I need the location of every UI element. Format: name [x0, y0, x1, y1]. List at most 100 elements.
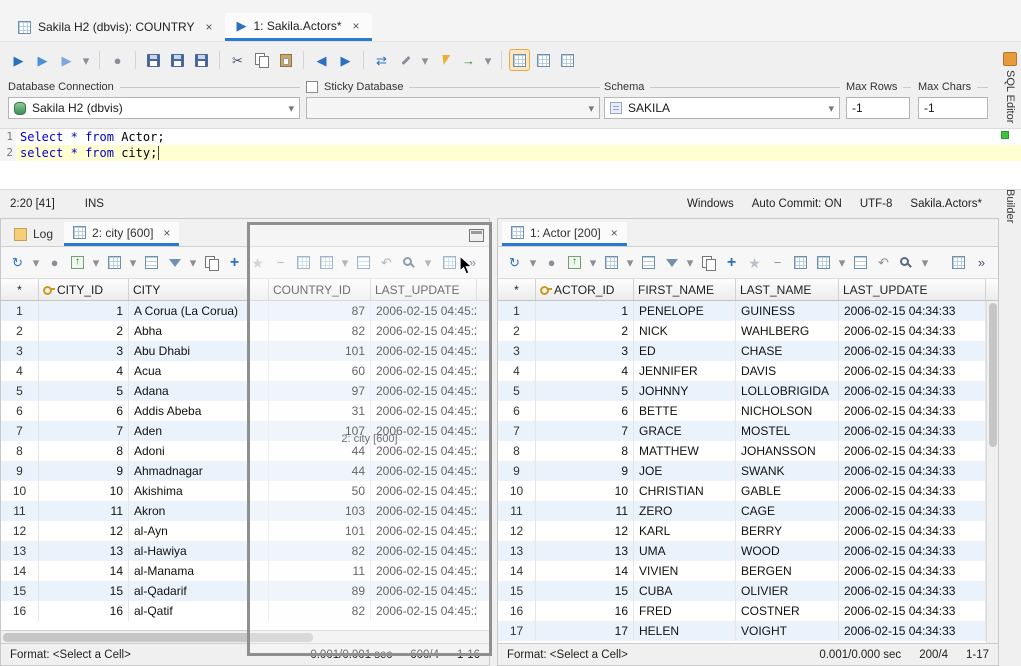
grid-cell[interactable]: LOLLOBRIGIDA	[736, 381, 839, 401]
grid-cell[interactable]: JENNIFER	[634, 361, 736, 381]
log-layout-button[interactable]	[557, 49, 578, 71]
copy-selection-button[interactable]	[698, 252, 719, 274]
grid-cell[interactable]: 101	[269, 341, 371, 361]
table-row[interactable]: 88Adoni442006-02-15 04:45:25	[1, 441, 489, 461]
grid-cell[interactable]: BERRY	[736, 521, 839, 541]
grid-cell[interactable]: 17	[536, 621, 634, 641]
grid-cell[interactable]: 2006-02-15 04:34:33	[839, 541, 986, 561]
grid-cell[interactable]: Addis Abeba	[129, 401, 269, 421]
table-row[interactable]: 66Addis Abeba312006-02-15 04:45:25	[1, 401, 489, 421]
row-number[interactable]: 12	[1, 521, 39, 541]
insert-row-button[interactable]: +	[721, 252, 742, 274]
grid-cell[interactable]: 5	[536, 381, 634, 401]
grid-cell[interactable]: 8	[536, 441, 634, 461]
find-menu-caret[interactable]: ▾	[919, 252, 931, 274]
grid-cell[interactable]: 87	[269, 301, 371, 321]
grid-view-button[interactable]	[601, 252, 622, 274]
row-number[interactable]: 14	[498, 561, 536, 581]
table-row[interactable]: 66BETTENICHOLSON2006-02-15 04:34:33	[498, 401, 998, 421]
grid-cell[interactable]: 3	[39, 341, 129, 361]
grid-cell[interactable]: JOHNNY	[634, 381, 736, 401]
table-row[interactable]: 33Abu Dhabi1012006-02-15 04:45:25	[1, 341, 489, 361]
table-row[interactable]: 1313UMAWOOD2006-02-15 04:34:33	[498, 541, 998, 561]
grid-cell[interactable]: 4	[536, 361, 634, 381]
grid-cell[interactable]: 60	[269, 361, 371, 381]
grid-cell[interactable]: MATTHEW	[634, 441, 736, 461]
database-connection-select[interactable]: Sakila H2 (dbvis) ▾	[8, 97, 300, 119]
row-number[interactable]: 7	[1, 421, 39, 441]
grid-cell[interactable]: CUBA	[634, 581, 736, 601]
grid-cell[interactable]: NICHOLSON	[736, 401, 839, 421]
grid-cell[interactable]: BETTE	[634, 401, 736, 421]
close-icon[interactable]: ×	[163, 226, 170, 240]
execute-arrow-button[interactable]: →	[458, 49, 479, 71]
reload-button[interactable]: ↻	[7, 252, 28, 274]
reload-menu-caret[interactable]: ▾	[30, 252, 42, 274]
row-number[interactable]: 7	[498, 421, 536, 441]
delete-row-button[interactable]: −	[767, 252, 788, 274]
grid-cell[interactable]: WOOD	[736, 541, 839, 561]
grid-cell[interactable]: 2006-02-15 04:45:25	[371, 481, 477, 501]
reload-button[interactable]: ↻	[504, 252, 525, 274]
row-number[interactable]: 6	[498, 401, 536, 421]
row-number[interactable]: 16	[498, 601, 536, 621]
editor-line-text[interactable]: select * from city;	[16, 145, 1021, 161]
row-number[interactable]: 4	[498, 361, 536, 381]
row-number[interactable]: 10	[1, 481, 39, 501]
table-row[interactable]: 1414al-Manama112006-02-15 04:45:25	[1, 561, 489, 581]
table-row[interactable]: 77Aden1072006-02-15 04:45:25	[1, 421, 489, 441]
find-menu-caret[interactable]: ▾	[422, 252, 434, 274]
text-view-button[interactable]	[638, 252, 659, 274]
execute-script-button[interactable]: ▶	[32, 49, 53, 71]
sticky-database-select[interactable]: ▾	[306, 97, 600, 119]
column-header-last-update[interactable]: LAST_UPDATE	[839, 279, 986, 300]
row-number[interactable]: 3	[1, 341, 39, 361]
execute-menu-caret[interactable]: ▾	[80, 49, 92, 71]
grid-cell[interactable]: VIVIEN	[634, 561, 736, 581]
autocommit-indicator[interactable]: Auto Commit: ON	[752, 198, 842, 210]
grid-cell[interactable]: CHRISTIAN	[634, 481, 736, 501]
row-number[interactable]: 15	[1, 581, 39, 601]
editor-line-text[interactable]: Select * from Actor;	[16, 129, 1021, 145]
table-row[interactable]: 44JENNIFERDAVIS2006-02-15 04:34:33	[498, 361, 998, 381]
column-header--[interactable]: *	[498, 279, 536, 300]
grid-cell[interactable]: 12	[39, 521, 129, 541]
grid-cell[interactable]: 82	[269, 321, 371, 341]
scrollbar-thumb[interactable]	[3, 633, 313, 642]
grid-cell[interactable]: BERGEN	[736, 561, 839, 581]
grid-cell[interactable]: 2006-02-15 04:34:33	[839, 381, 986, 401]
reload-menu-caret[interactable]: ▾	[527, 252, 539, 274]
grid-cell[interactable]: A Corua (La Corua)	[129, 301, 269, 321]
grid-cell[interactable]: Akron	[129, 501, 269, 521]
row-number[interactable]: 1	[1, 301, 39, 321]
grid-cell[interactable]: 11	[536, 501, 634, 521]
column-header-last-update[interactable]: LAST_UPDATE	[371, 279, 477, 300]
close-icon[interactable]: ×	[205, 20, 212, 34]
filter-menu-caret[interactable]: ▾	[187, 252, 199, 274]
grid-cell[interactable]: JOE	[634, 461, 736, 481]
row-number[interactable]: 15	[498, 581, 536, 601]
table-row[interactable]: 1010CHRISTIANGABLE2006-02-15 04:34:33	[498, 481, 998, 501]
grid-cell[interactable]: CAGE	[736, 501, 839, 521]
grid-cell[interactable]: 5	[39, 381, 129, 401]
insert-row-button[interactable]: +	[224, 252, 245, 274]
grid-view-caret[interactable]: ▾	[127, 252, 139, 274]
grid-cell[interactable]: 14	[536, 561, 634, 581]
column-header-country-id[interactable]: COUNTRY_ID	[269, 279, 371, 300]
grid-cell[interactable]: SWANK	[736, 461, 839, 481]
export-menu-caret[interactable]: ▾	[90, 252, 102, 274]
delete-row-button[interactable]: −	[270, 252, 291, 274]
row-number[interactable]: 8	[498, 441, 536, 461]
table-row[interactable]: 1111Akron1032006-02-15 04:45:25	[1, 501, 489, 521]
row-number[interactable]: 13	[498, 541, 536, 561]
table-row[interactable]: 33EDCHASE2006-02-15 04:34:33	[498, 341, 998, 361]
sql-editor[interactable]: 1Select * from Actor;2select * from city…	[0, 128, 1021, 190]
column-header-first-name[interactable]: FIRST_NAME	[634, 279, 736, 300]
grid-cell[interactable]: 2006-02-15 04:34:33	[839, 301, 986, 321]
row-number[interactable]: 1	[498, 301, 536, 321]
horizontal-scrollbar[interactable]	[1, 630, 489, 643]
row-number[interactable]: 11	[1, 501, 39, 521]
tab-city-result[interactable]: 2: city [600] ×	[64, 222, 179, 246]
row-number[interactable]: 17	[498, 621, 536, 641]
grid-cell[interactable]: 103	[269, 501, 371, 521]
